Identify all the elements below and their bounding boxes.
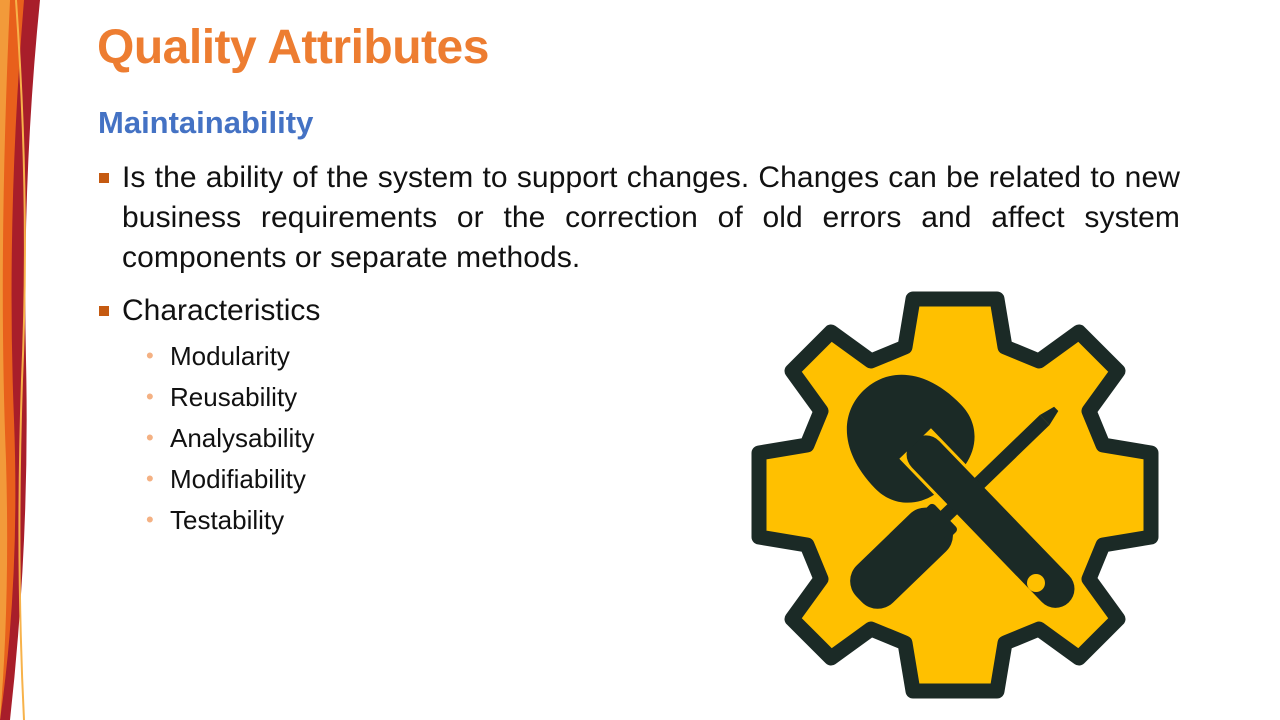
bullet-characteristics-text: Characteristics	[122, 294, 321, 327]
characteristic-modularity: Modularity	[170, 341, 290, 371]
dot-bullet-icon: •	[146, 507, 154, 532]
characteristic-reusability: Reusability	[170, 382, 298, 412]
bullet-definition-text: Is the ability of the system to support …	[122, 161, 1180, 274]
slide-title: Quality Attributes	[97, 21, 489, 74]
left-decorative-ribbon	[0, 0, 40, 720]
characteristic-modifiability: Modifiability	[170, 464, 306, 494]
characteristic-testability: Testability	[170, 505, 285, 535]
slide-subtitle: Maintainability	[98, 105, 314, 140]
dot-bullet-icon: •	[146, 343, 154, 368]
gear-wrench-screwdriver-icon	[751, 291, 1159, 699]
dot-bullet-icon: •	[146, 466, 154, 491]
dot-bullet-icon: •	[146, 425, 154, 450]
dot-bullet-icon: •	[146, 384, 154, 409]
square-bullet-icon	[99, 306, 109, 316]
square-bullet-icon	[99, 173, 109, 183]
characteristic-analysability: Analysability	[170, 423, 315, 453]
